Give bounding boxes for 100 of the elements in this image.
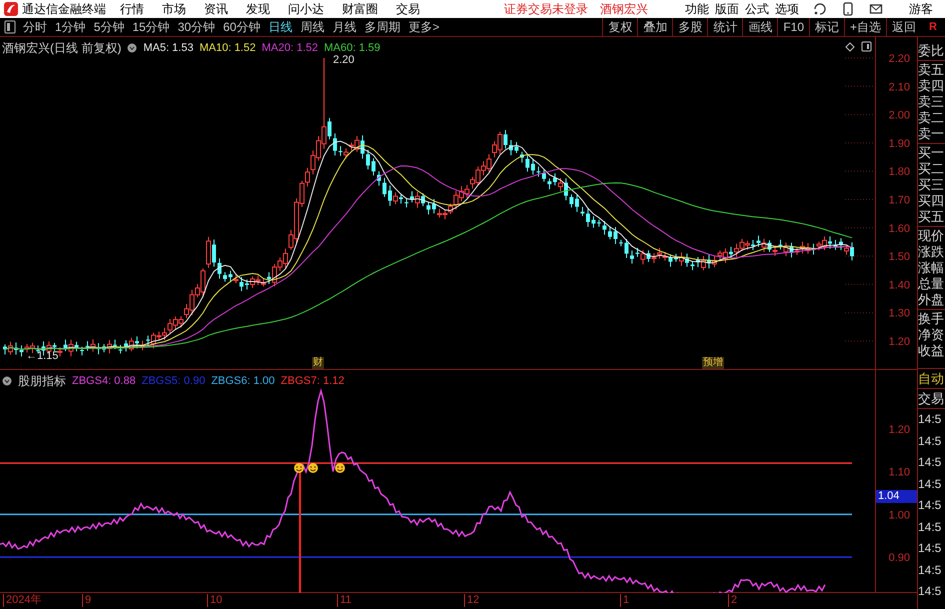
period-tab[interactable]: 周线: [297, 19, 328, 35]
menu-item[interactable]: 资讯: [200, 1, 232, 17]
panel-toggle-icon[interactable]: [4, 20, 16, 34]
tool-button[interactable]: 多股: [672, 18, 708, 36]
quote-field-label: 买三: [918, 177, 945, 193]
smiley-icon: [308, 463, 318, 473]
quote-field-label: 委比: [918, 43, 945, 59]
menu-item[interactable]: 行情: [116, 1, 148, 17]
trade-time: 14:5: [918, 540, 942, 557]
menu-item[interactable]: 公式: [745, 1, 769, 17]
mail-icon[interactable]: [869, 2, 883, 16]
period-tab[interactable]: 5分钟: [90, 19, 128, 35]
period-tab[interactable]: 分时: [20, 19, 50, 35]
quote-field-label: 收益: [918, 343, 945, 359]
menu-item[interactable]: 功能: [685, 1, 709, 17]
menu-item[interactable]: 发现: [242, 1, 274, 17]
period-tab[interactable]: 多周期: [361, 19, 404, 35]
date-label: 2024年: [3, 594, 42, 607]
period-tab[interactable]: 日线: [265, 19, 296, 35]
user-label[interactable]: 游客: [909, 1, 933, 17]
tool-button[interactable]: +自选: [844, 18, 886, 36]
quote-field-label: 外盘: [918, 292, 945, 308]
tool-button[interactable]: 画线: [742, 18, 778, 36]
quote-field-label: 买四: [918, 193, 945, 209]
notice-link[interactable]: 酒钢宏兴: [600, 1, 648, 17]
candlestick: [542, 169, 546, 182]
candlestick: [580, 206, 584, 217]
period-tab[interactable]: 15分钟: [129, 19, 173, 35]
candlestick: [597, 219, 601, 228]
axis-tick-label: 1.60: [888, 222, 910, 235]
legend-value: ZBGS6: 1.00: [211, 374, 275, 389]
dropdown-icon[interactable]: [127, 43, 138, 53]
quote-field-label: 换手: [918, 311, 945, 327]
diamond-icon[interactable]: [845, 42, 855, 52]
trade-time: 14:5: [918, 583, 942, 600]
candlestick: [526, 154, 530, 172]
dropdown-icon[interactable]: [2, 376, 12, 386]
period-tab[interactable]: 60分钟: [220, 19, 264, 35]
quote-field-label: 买二: [918, 161, 945, 177]
quote-field-label: 总量: [918, 276, 945, 292]
candlestick: [509, 139, 513, 156]
axis-tick-label: 1.80: [888, 166, 910, 178]
quote-field-label: 买一: [918, 145, 945, 161]
quote-field-label: 涨跌: [918, 244, 945, 260]
quote-field-label: 卖四: [918, 78, 945, 94]
event-tag[interactable]: 预增: [702, 357, 724, 369]
candlestick: [514, 142, 518, 154]
legend-value: MA10: 1.52: [199, 40, 256, 56]
tool-button[interactable]: 叠加: [637, 18, 672, 36]
menu-item[interactable]: 财富圈: [338, 1, 382, 17]
candlestick: [586, 208, 590, 228]
quote-field-label: 净资: [918, 327, 945, 343]
legend-value: MA5: 1.53: [143, 40, 194, 56]
low-price-label: ←1.15: [26, 350, 58, 362]
candlestick: [531, 158, 535, 176]
trade-label: 交易: [918, 389, 945, 409]
menu-item[interactable]: 问小达: [284, 1, 328, 17]
panel-icon[interactable]: [861, 41, 872, 52]
axis-tick-label: 0.90: [888, 552, 910, 564]
trade-time: 14:5: [918, 518, 942, 536]
smiley-icon: [294, 463, 304, 473]
period-tab[interactable]: 30分钟: [174, 19, 218, 35]
current-value-tag: 1.04: [876, 490, 917, 503]
trade-time: 14:5: [918, 562, 942, 578]
tool-button[interactable]: 复权: [602, 18, 638, 36]
trade-time: 14:5: [918, 411, 942, 428]
axis-tick-label: 2.20: [888, 53, 910, 65]
quote-field-label: 买五: [918, 209, 945, 225]
candlestick: [624, 238, 628, 258]
notice-link[interactable]: 证券交易未登录: [504, 1, 588, 17]
period-tab[interactable]: 月线: [329, 19, 360, 35]
menu-item[interactable]: 市场: [158, 1, 190, 17]
app-title: 通达信金融终端: [22, 1, 106, 17]
axis-tick-label: 1.70: [888, 194, 910, 206]
tool-button[interactable]: 标记: [809, 18, 844, 36]
menu-item[interactable]: 交易: [392, 1, 424, 17]
high-price-label: 2.20: [333, 54, 354, 66]
period-tab[interactable]: 1分钟: [52, 19, 89, 35]
menu-item[interactable]: 选项: [775, 1, 799, 17]
date-label: 12: [464, 594, 480, 607]
candlestick: [333, 132, 337, 156]
candlestick: [602, 220, 606, 236]
headset-icon[interactable]: [813, 2, 827, 16]
event-tag[interactable]: 财: [312, 357, 324, 369]
candlestick: [575, 194, 579, 212]
axis-tick-label: 1.10: [888, 466, 910, 479]
legend-value: MA60: 1.59: [324, 40, 380, 55]
menu-item[interactable]: 版面: [715, 1, 739, 17]
period-tab[interactable]: 更多>: [405, 19, 442, 35]
candlestick: [382, 177, 386, 198]
auto-mode-label[interactable]: 自动: [918, 369, 945, 389]
tool-button[interactable]: F10: [777, 18, 810, 36]
date-label: 9: [82, 594, 92, 607]
quote-field-label: 卖三: [918, 94, 945, 110]
candlestick: [630, 250, 634, 264]
candlestick: [377, 170, 381, 186]
tool-button[interactable]: 统计: [707, 18, 742, 36]
candlestick: [834, 239, 838, 250]
phone-icon[interactable]: [841, 2, 855, 16]
tool-button[interactable]: 返回: [886, 18, 922, 36]
